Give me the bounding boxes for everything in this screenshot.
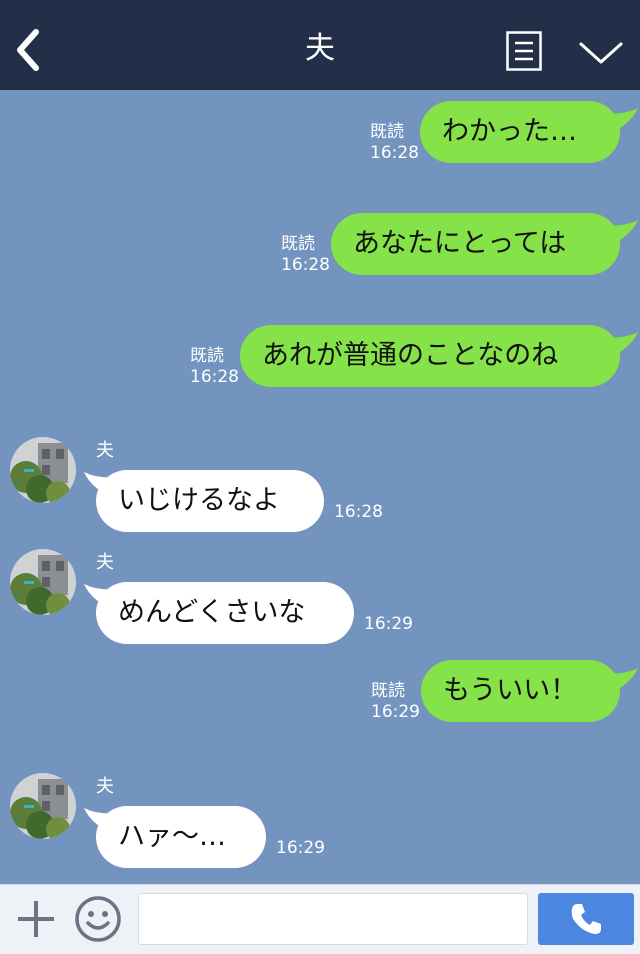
read-receipt: 既読 16:29 xyxy=(371,681,420,723)
message-outgoing: 既読 16:29 もういい！ xyxy=(0,660,640,760)
message-bubble[interactable]: あなたにとっては xyxy=(331,213,620,275)
message-outgoing: 既読 16:28 あなたにとっては xyxy=(0,202,640,302)
chat-header: 夫 xyxy=(0,0,640,90)
avatar[interactable] xyxy=(10,437,76,503)
message-bubble[interactable]: あれが普通のことなのね xyxy=(240,325,620,387)
message-time: 16:28 xyxy=(281,255,330,275)
sender-name: 夫 xyxy=(96,776,114,797)
input-bar xyxy=(0,884,640,954)
message-incoming: 夫 めんどくさいな 16:29 xyxy=(0,548,640,658)
chevron-down-icon xyxy=(579,42,623,64)
message-time: 16:28 xyxy=(190,367,239,387)
message-time: 16:29 xyxy=(364,614,413,634)
emoji-icon xyxy=(75,896,121,942)
plus-icon xyxy=(18,901,54,937)
expand-button[interactable] xyxy=(578,38,624,68)
message-bubble[interactable]: もういい！ xyxy=(421,660,620,722)
message-bubble[interactable]: ハァ〜… xyxy=(96,806,266,868)
avatar[interactable] xyxy=(10,773,76,839)
menu-list-icon xyxy=(506,31,542,71)
read-receipt: 既読 16:28 xyxy=(281,234,330,276)
message-outgoing: 既読 16:28 わかった… xyxy=(0,90,640,190)
read-label: 既読 xyxy=(371,681,405,701)
message-outgoing: 既読 16:28 あれが普通のことなのね xyxy=(0,314,640,414)
read-label: 既読 xyxy=(370,122,404,142)
chat-title: 夫 xyxy=(305,31,335,66)
message-time: 16:28 xyxy=(370,143,419,163)
read-receipt: 既読 16:28 xyxy=(370,122,419,164)
add-button[interactable] xyxy=(14,897,58,941)
avatar-photo-icon xyxy=(10,549,76,615)
message-bubble[interactable]: わかった… xyxy=(420,101,620,163)
message-input[interactable] xyxy=(138,893,528,945)
read-receipt: 既読 16:28 xyxy=(190,346,239,388)
message-bubble[interactable]: いじけるなよ xyxy=(96,470,324,532)
message-time: 16:28 xyxy=(334,502,383,522)
message-time: 16:29 xyxy=(276,838,325,858)
avatar-photo-icon xyxy=(10,773,76,839)
read-label: 既読 xyxy=(281,234,315,254)
message-incoming: 夫 ハァ〜… 16:29 xyxy=(0,772,640,882)
avatar[interactable] xyxy=(10,549,76,615)
phone-icon xyxy=(571,904,601,934)
chat-area[interactable]: 既読 16:28 わかった… 既読 16:28 あなたにとっては 既読 16:2… xyxy=(0,90,640,884)
call-button[interactable] xyxy=(538,893,634,945)
avatar-photo-icon xyxy=(10,437,76,503)
sender-name: 夫 xyxy=(96,440,114,461)
sender-name: 夫 xyxy=(96,552,114,573)
message-time: 16:29 xyxy=(371,702,420,722)
emoji-button[interactable] xyxy=(74,895,122,943)
message-incoming: 夫 いじけるなよ 16:28 xyxy=(0,436,640,546)
message-bubble[interactable]: めんどくさいな xyxy=(96,582,354,644)
read-label: 既読 xyxy=(190,346,224,366)
menu-button[interactable] xyxy=(506,31,542,71)
